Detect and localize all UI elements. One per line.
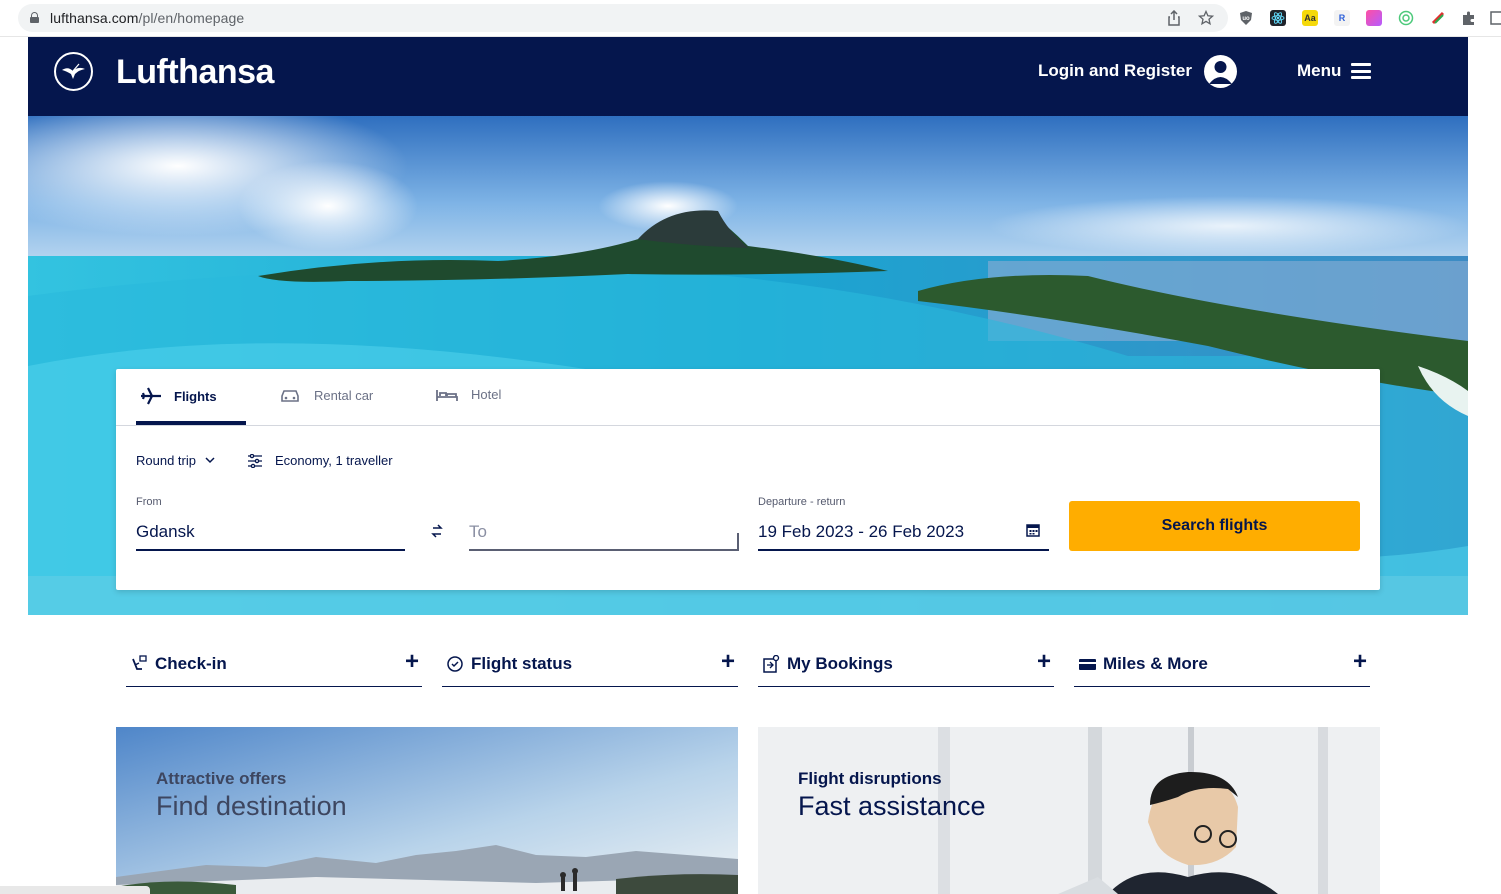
target-extension-icon[interactable] xyxy=(1398,10,1414,26)
teaser-headline: Find destination xyxy=(156,791,347,821)
teaser-card-fast-assistance[interactable]: Flight disruptions Fast assistance xyxy=(758,727,1380,894)
plus-icon: + xyxy=(404,648,419,675)
rocket-extension-icon[interactable] xyxy=(1430,10,1446,26)
tab-rental-car[interactable]: Rental car xyxy=(280,387,373,403)
from-input[interactable]: Gdansk xyxy=(136,522,195,542)
dates-input[interactable]: 19 Feb 2023 - 26 Feb 2023 xyxy=(758,522,964,542)
brand-wordmark[interactable]: Lufthansa xyxy=(116,53,274,92)
teaser-card-find-destination[interactable]: Attractive offers Find destination xyxy=(116,727,738,894)
svg-text:uo: uo xyxy=(1242,16,1250,22)
active-tab-indicator xyxy=(136,421,246,425)
trip-type-dropdown[interactable]: Round trip xyxy=(136,453,215,468)
to-input[interactable]: To xyxy=(469,522,487,542)
tab-flights-label: Flights xyxy=(174,388,217,404)
hamburger-menu-icon[interactable] xyxy=(1351,63,1371,79)
tab-flights[interactable]: Flights xyxy=(140,387,217,405)
plus-icon: + xyxy=(720,648,735,675)
bed-icon xyxy=(436,389,458,401)
r-extension-icon[interactable]: R xyxy=(1334,10,1350,26)
from-label: From xyxy=(136,496,162,508)
share-icon[interactable] xyxy=(1166,10,1182,26)
crane-logo-icon[interactable] xyxy=(54,52,93,91)
booking-widget: Flights Rental car Hotel Round trip Econ… xyxy=(116,369,1380,590)
swap-airports-icon[interactable] xyxy=(430,522,444,545)
from-input-underline xyxy=(136,549,405,551)
check-in-label: Check-in xyxy=(155,654,227,673)
status-bar xyxy=(0,886,150,894)
dates-input-underline xyxy=(758,549,1049,551)
teaser-headline: Fast assistance xyxy=(798,791,986,821)
miles-card-icon xyxy=(1078,655,1096,673)
check-in-icon xyxy=(130,655,148,673)
teaser-kicker: Flight disruptions xyxy=(798,769,942,788)
react-devtools-extension-icon[interactable] xyxy=(1270,10,1286,26)
tab-rental-car-label: Rental car xyxy=(314,387,374,403)
my-bookings-label: My Bookings xyxy=(787,654,893,673)
airplane-icon xyxy=(141,387,161,405)
tab-hotel[interactable]: Hotel xyxy=(436,387,501,402)
dictionary-extension-icon[interactable]: Aa xyxy=(1302,10,1318,26)
side-panel-icon[interactable] xyxy=(1490,10,1501,26)
browser-toolbar: lufthansa.com/pl/en/homepage uo Aa R xyxy=(0,0,1501,37)
address-bar[interactable]: lufthansa.com/pl/en/homepage xyxy=(18,4,1228,32)
site-header: Lufthansa Login and Register Menu xyxy=(28,37,1468,116)
cabin-travellers-label: Economy, 1 traveller xyxy=(275,453,393,468)
flight-status-icon xyxy=(446,655,464,673)
to-input-underline xyxy=(469,549,739,551)
calendar-icon[interactable] xyxy=(1026,523,1040,542)
user-avatar-icon[interactable] xyxy=(1204,55,1237,88)
plus-icon: + xyxy=(1352,648,1367,675)
menu-label[interactable]: Menu xyxy=(1297,61,1341,81)
quick-link-flight-status[interactable]: Flight status + xyxy=(442,647,738,687)
ublock-extension-icon[interactable]: uo xyxy=(1238,10,1254,26)
miles-more-label: Miles & More xyxy=(1103,654,1208,673)
trip-type-label: Round trip xyxy=(136,453,196,468)
quick-link-miles-more[interactable]: Miles & More + xyxy=(1074,647,1370,687)
plus-icon: + xyxy=(1036,648,1051,675)
my-bookings-icon xyxy=(762,654,780,673)
sliders-icon xyxy=(248,453,262,468)
search-flights-button[interactable]: Search flights xyxy=(1069,501,1360,551)
quick-link-my-bookings[interactable]: My Bookings + xyxy=(758,647,1054,687)
bookmark-star-icon[interactable] xyxy=(1198,10,1214,26)
tab-hotel-label: Hotel xyxy=(471,387,502,402)
flight-status-label: Flight status xyxy=(471,654,573,673)
teaser-kicker: Attractive offers xyxy=(156,769,287,788)
login-register-link[interactable]: Login and Register xyxy=(1038,61,1192,81)
url-text[interactable]: lufthansa.com/pl/en/homepage xyxy=(50,10,244,26)
chevron-down-icon xyxy=(205,457,215,464)
quick-link-check-in[interactable]: Check-in + xyxy=(126,647,422,687)
car-icon xyxy=(281,390,299,402)
lock-icon[interactable] xyxy=(30,12,39,23)
extensions-puzzle-icon[interactable] xyxy=(1461,10,1477,26)
booking-tabs: Flights Rental car Hotel xyxy=(116,369,1380,426)
cabin-travellers-selector[interactable]: Economy, 1 traveller xyxy=(247,453,393,468)
color-extension-icon[interactable] xyxy=(1366,10,1382,26)
to-input-edge xyxy=(737,533,739,550)
dates-label: Departure - return xyxy=(758,496,846,508)
